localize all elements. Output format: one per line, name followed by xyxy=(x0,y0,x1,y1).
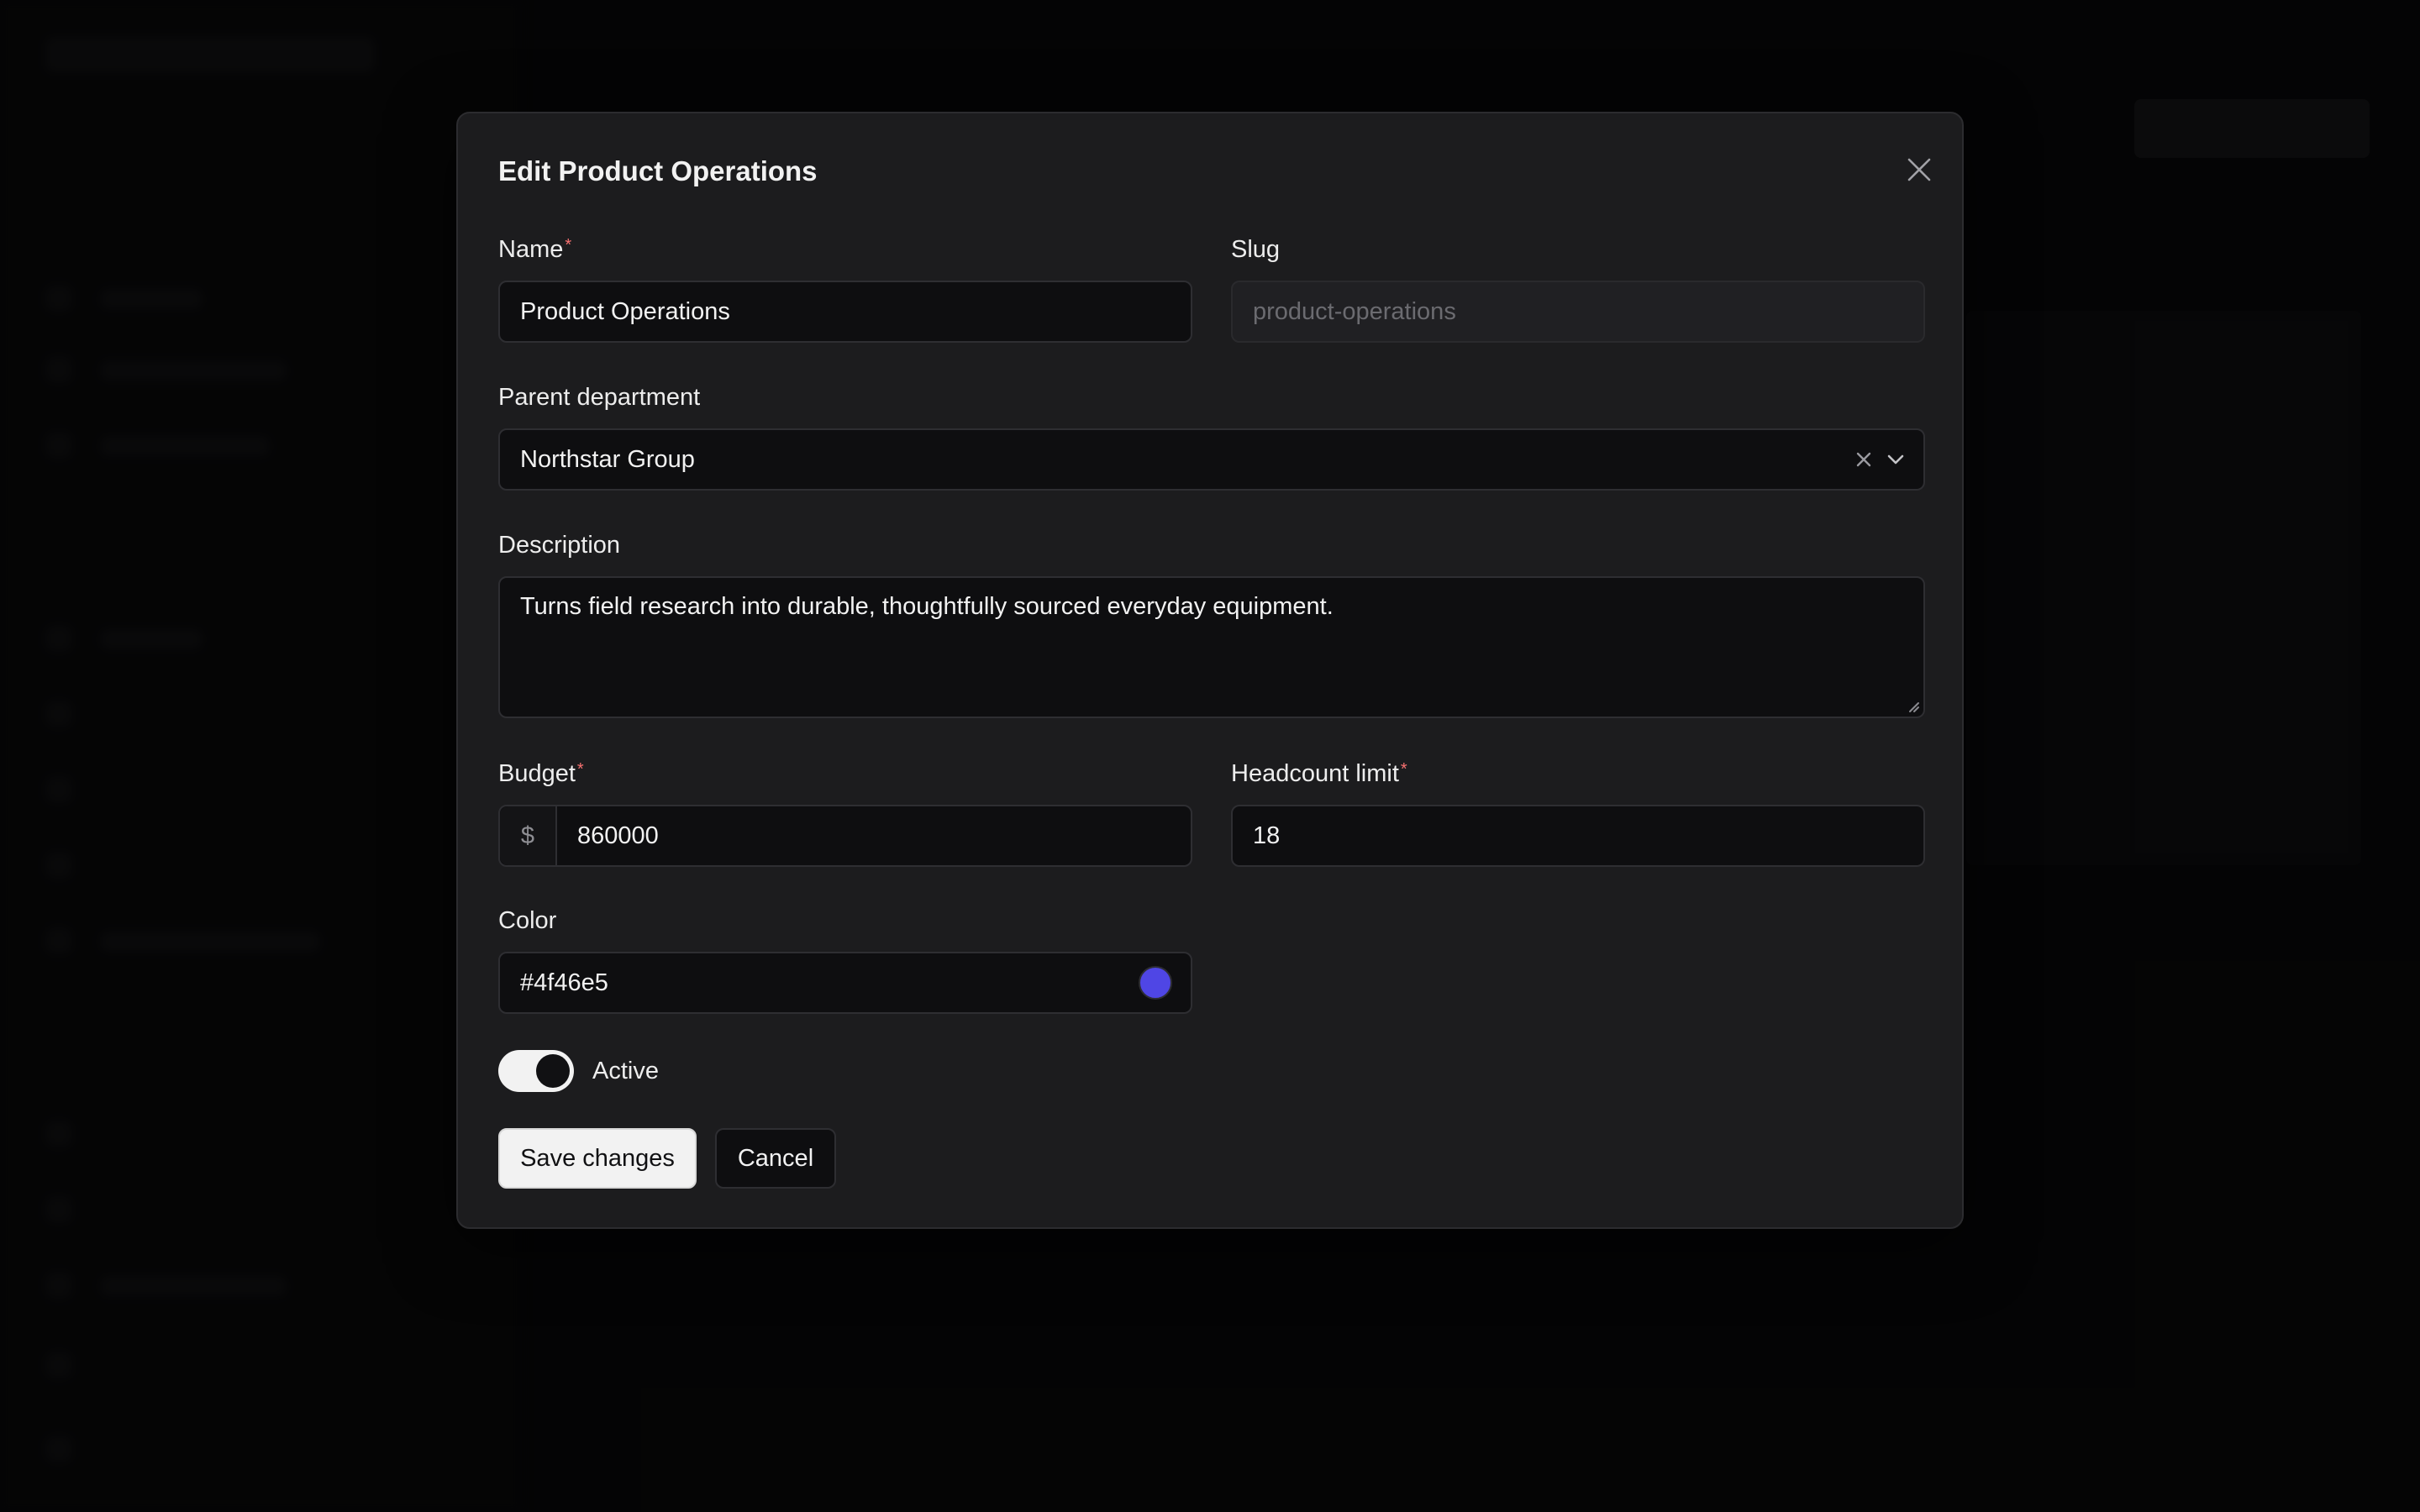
name-label-text: Name xyxy=(498,236,564,263)
color-value: #4f46e5 xyxy=(520,969,608,996)
name-input[interactable]: Product Operations xyxy=(498,281,1192,343)
parent-department-label: Parent department xyxy=(498,384,701,411)
name-label: Name * xyxy=(498,236,571,264)
currency-prefix: $ xyxy=(500,806,557,865)
headcount-limit-label: Headcount limit * xyxy=(1231,760,1407,788)
budget-value: 860000 xyxy=(577,822,659,849)
headcount-limit-value: 18 xyxy=(1253,822,1281,849)
parent-department-value: Northstar Group xyxy=(520,445,695,473)
parent-department-select[interactable]: Northstar Group xyxy=(498,428,1925,491)
description-value: Turns field research into durable, thoug… xyxy=(520,593,1334,620)
edit-department-dialog: Edit Product Operations Name * Product Op… xyxy=(456,112,1964,1229)
description-textarea[interactable]: Turns field research into durable, thoug… xyxy=(498,576,1925,718)
close-icon xyxy=(1907,158,1931,181)
active-toggle[interactable] xyxy=(498,1050,574,1092)
required-marker: * xyxy=(1400,760,1407,779)
slug-input-placeholder: product-operations xyxy=(1253,297,1456,325)
budget-label-text: Budget xyxy=(498,760,576,787)
budget-input[interactable]: $ 860000 xyxy=(498,805,1192,867)
close-button[interactable] xyxy=(1897,147,1942,192)
required-marker: * xyxy=(565,236,572,255)
slug-label: Slug xyxy=(1231,236,1281,263)
dialog-title: Edit Product Operations xyxy=(498,155,818,186)
save-changes-button[interactable]: Save changes xyxy=(498,1128,697,1189)
slug-input: product-operations xyxy=(1231,281,1925,343)
cancel-button[interactable]: Cancel xyxy=(715,1128,836,1189)
headcount-limit-input[interactable]: 18 xyxy=(1231,805,1925,867)
description-label: Description xyxy=(498,532,621,559)
active-label: Active xyxy=(592,1058,659,1084)
headcount-limit-label-text: Headcount limit xyxy=(1231,760,1399,787)
name-input-value: Product Operations xyxy=(520,297,730,325)
chevron-down-icon[interactable] xyxy=(1885,449,1907,470)
color-swatch[interactable] xyxy=(1139,966,1172,1000)
color-label: Color xyxy=(498,907,557,934)
required-marker: * xyxy=(576,760,584,779)
color-input[interactable]: #4f46e5 xyxy=(498,952,1192,1014)
select-controls xyxy=(1854,449,1907,470)
toggle-knob xyxy=(536,1054,570,1088)
resize-handle-icon[interactable] xyxy=(1905,698,1920,713)
x-icon[interactable] xyxy=(1854,450,1873,469)
budget-label: Budget * xyxy=(498,760,584,788)
